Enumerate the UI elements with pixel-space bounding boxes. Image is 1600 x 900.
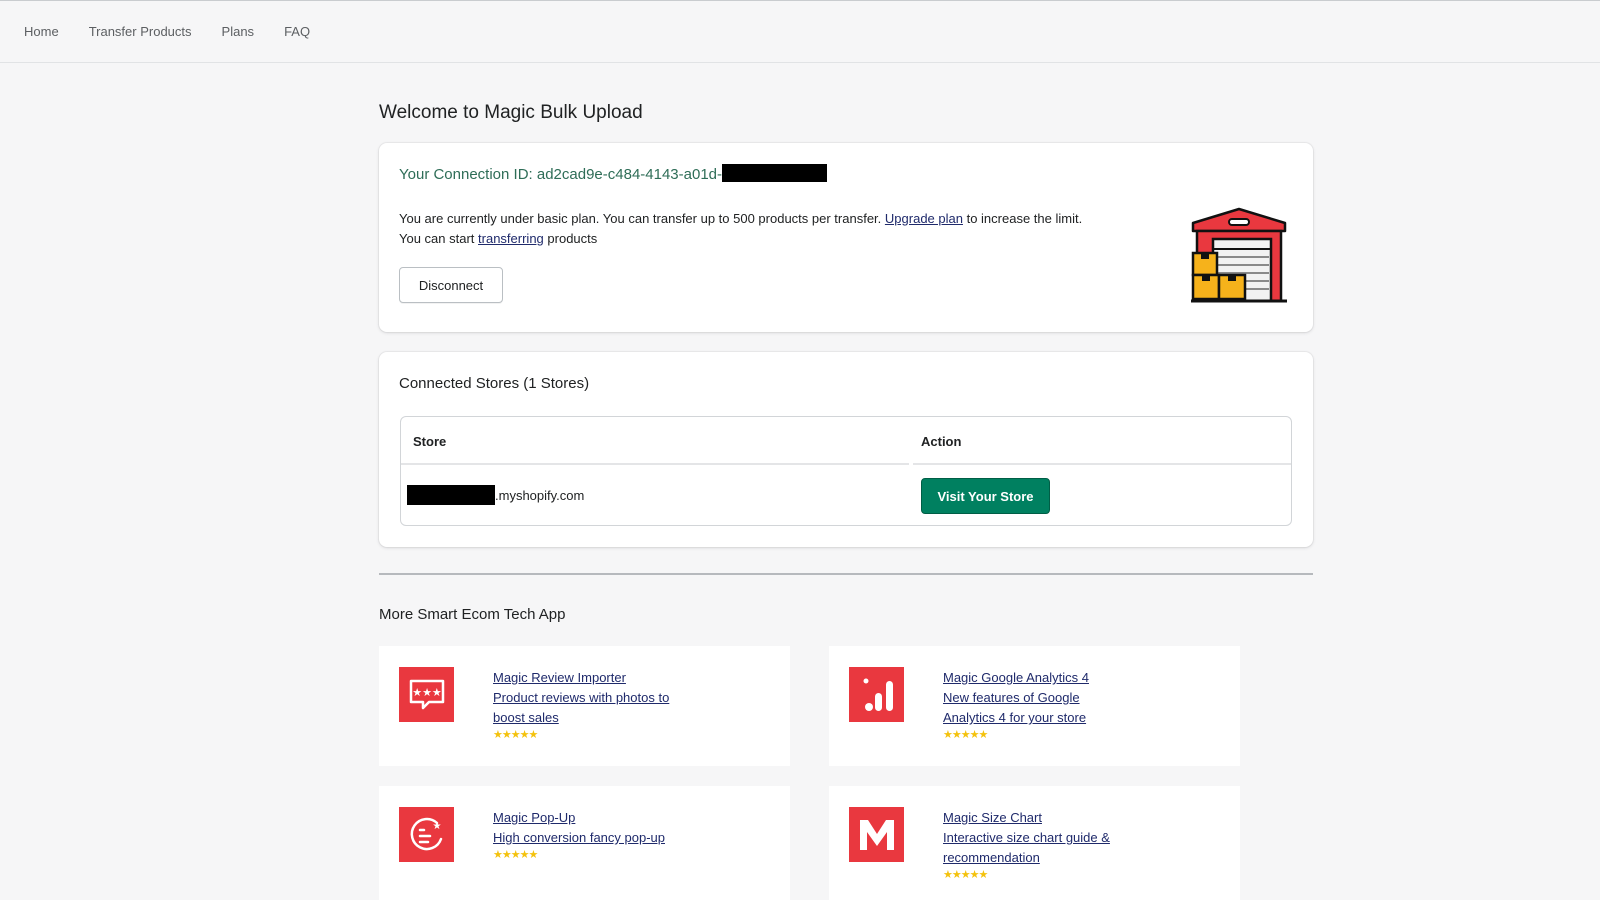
rating-stars: ★★★★★ — [493, 849, 538, 861]
section-divider — [379, 573, 1313, 575]
app-info: Magic Review Importer Product reviews wi… — [493, 668, 683, 741]
rating-stars: ★★★★★ — [943, 869, 988, 881]
app-card-google-analytics: Magic Google Analytics 4 New features of… — [829, 646, 1240, 766]
nav-plans[interactable]: Plans — [222, 24, 255, 39]
app-card-review-importer: ★★★ Magic Review Importer Product review… — [379, 646, 790, 766]
app-description-link[interactable]: New features of Google Analytics 4 for y… — [943, 690, 1086, 725]
analytics-bars-icon[interactable] — [849, 667, 904, 722]
connected-stores-card: Connected Stores (1 Stores) Store Action… — [379, 352, 1313, 547]
app-description-link[interactable]: High conversion fancy pop-up — [493, 830, 665, 845]
rating-stars: ★★★★★ — [493, 729, 538, 741]
column-separator — [909, 463, 913, 467]
more-apps-title: More Smart Ecom Tech App — [379, 606, 566, 623]
nav-faq[interactable]: FAQ — [284, 24, 310, 39]
app-card-pop-up: ★ Magic Pop-Up High conversion fancy pop… — [379, 786, 790, 900]
plan-description: You are currently under basic plan. You … — [399, 209, 1082, 249]
app-name-link[interactable]: Magic Review Importer — [493, 670, 626, 685]
redacted-block — [407, 485, 495, 505]
store-domain: .myshopify.com — [495, 487, 585, 503]
app-description-link[interactable]: Product reviews with photos to boost sal… — [493, 690, 669, 725]
rating-stars: ★★★★★ — [943, 729, 988, 741]
app-name-link[interactable]: Magic Size Chart — [943, 810, 1042, 825]
page-title: Welcome to Magic Bulk Upload — [379, 102, 643, 123]
upgrade-plan-link[interactable]: Upgrade plan — [885, 211, 963, 226]
disconnect-button[interactable]: Disconnect — [399, 267, 503, 303]
transferring-link[interactable]: transferring — [478, 231, 544, 246]
plan-line2-text: You can start — [399, 231, 475, 246]
connection-id: Your Connection ID: ad2cad9e-c484-4143-a… — [399, 164, 828, 183]
warehouse-icon — [1191, 207, 1287, 303]
stores-table: Store Action .myshopify.com Visit Your S… — [400, 416, 1292, 526]
app-description-link[interactable]: Interactive size chart guide & recommend… — [943, 830, 1110, 865]
table-row-store: .myshopify.com — [407, 485, 584, 505]
app-name-link[interactable]: Magic Google Analytics 4 — [943, 670, 1089, 685]
svg-text:★★★: ★★★ — [412, 686, 442, 699]
column-header-store: Store — [413, 434, 447, 449]
review-chat-icon[interactable]: ★★★ — [399, 667, 454, 722]
app-info: Magic Size Chart Interactive size chart … — [943, 808, 1133, 881]
popup-icon[interactable]: ★ — [399, 807, 454, 862]
plan-line1-suffix: to increase the limit. — [966, 211, 1083, 226]
connected-stores-title: Connected Stores (1 Stores) — [399, 375, 590, 392]
app-info: Magic Google Analytics 4 New features of… — [943, 668, 1133, 741]
connection-card: Your Connection ID: ad2cad9e-c484-4143-a… — [379, 143, 1313, 332]
app-card-size-chart: Magic Size Chart Interactive size chart … — [829, 786, 1240, 900]
svg-text:★: ★ — [432, 821, 441, 832]
visit-your-store-button[interactable]: Visit Your Store — [921, 478, 1050, 514]
size-chart-m-icon[interactable] — [849, 807, 904, 862]
app-name-link[interactable]: Magic Pop-Up — [493, 810, 575, 825]
nav-transfer-products[interactable]: Transfer Products — [89, 24, 192, 39]
nav-home[interactable]: Home — [24, 24, 59, 39]
redacted-block — [722, 164, 828, 183]
plan-line2-suffix: products — [547, 231, 598, 246]
column-header-action: Action — [921, 434, 962, 449]
table-header: Store Action — [401, 417, 1291, 465]
plan-line1-text: You are currently under basic plan. You … — [399, 211, 882, 226]
app-info: Magic Pop-Up High conversion fancy pop-u… — [493, 808, 683, 861]
connection-id-label: Your Connection ID: ad2cad9e-c484-4143-a… — [399, 166, 723, 183]
top-navigation: Home Transfer Products Plans FAQ — [0, 0, 1600, 63]
